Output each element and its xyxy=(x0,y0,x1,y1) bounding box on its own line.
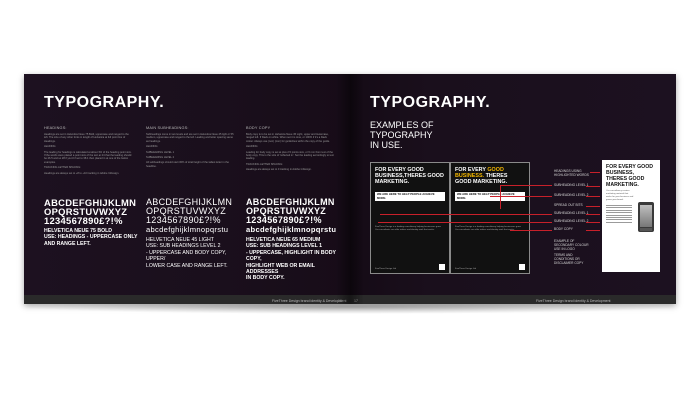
body-paragraph: LEADING: xyxy=(246,145,259,149)
annotation-line xyxy=(586,214,600,215)
body-paragraph: Subheadings come in two levels and are s… xyxy=(146,133,234,143)
font-spec: HELVETICA NEUE 75 BOLD USE: HEADINGS - U… xyxy=(44,228,144,247)
sample-line: 1234567890£?!% xyxy=(246,215,322,225)
font-spec-line: HIGHLIGHT WEB OR EMAIL ADDRESSES xyxy=(246,262,315,276)
body-copy-column: BODY COPY Body copy is to be set in Helv… xyxy=(246,126,334,174)
logo-icon xyxy=(439,264,445,270)
brochure-spread: TYPOGRAPHY. HEADINGS: Headings are set i… xyxy=(24,74,676,304)
annotation-label: HEADINGS USING HIGHLIGHTED WORDS xyxy=(554,169,589,177)
annotation-line xyxy=(586,186,600,187)
font-spec-line: IN BODY COPY. xyxy=(246,275,285,282)
body-paragraph: Headings are always set to 0 tracking in… xyxy=(246,168,312,172)
body-paragraph: Body copy is to be set in Helvetica Neue… xyxy=(246,133,330,143)
medium-type-sample: ABCDEFGHIJKLMN OPQRSTUVWXYZ 1234567890£?… xyxy=(246,198,346,282)
body-paragraph: All subheadings should start 30% of tota… xyxy=(146,161,229,168)
body-paragraph: TRACKING LETTER SPACING: xyxy=(44,166,81,170)
right-footer: FiveThree Design brand identity & Develo… xyxy=(350,295,676,304)
sample-line: 1234567890£?!% xyxy=(146,215,221,225)
annotation-label: SUBHEADING LEVEL 1 xyxy=(554,211,589,215)
subheadings-column: MAIN SUBHEADINGS: Subheadings come in tw… xyxy=(146,126,234,170)
annotation-label: SUBHEADING LEVEL 1 xyxy=(554,183,589,187)
font-spec-line: USE: HEADINGS - UPPERCASE ONLY xyxy=(44,234,138,241)
mockup-body: FiveThree Design is a leading consultanc… xyxy=(375,225,442,231)
left-page-title: TYPOGRAPHY. xyxy=(44,94,165,111)
right-page-title: TYPOGRAPHY. xyxy=(370,94,491,111)
annotation-label: EXAMPLE OF SECONDARY COLOUR USE IN LOGO xyxy=(554,239,589,251)
font-spec-line: - UPPERCASE, HIGHLIGHT IN BODY COPY, xyxy=(246,249,336,263)
body-paragraph: SUBHEADING LEVEL 1 xyxy=(146,150,175,154)
annotation-label: TERMS AND CONDITIONS OR DISCLAIMER COPY xyxy=(554,253,584,265)
annotation-line xyxy=(500,185,552,186)
annotation-line xyxy=(586,206,600,207)
font-spec-line: AND RANGE LEFT. xyxy=(44,240,91,247)
body-paragraph: TRACKING LETTER SPACING: xyxy=(246,162,283,166)
examples-subtitle: EXAMPLES OF TYPOGRAPHY IN USE. xyxy=(370,120,434,150)
body-paragraph: Headings are set in Helvetica Neue 75 Bo… xyxy=(44,133,129,143)
annotation-label: SUBHEADING LEVEL 2 xyxy=(554,193,589,197)
column-heading: BODY COPY xyxy=(246,126,271,130)
font-spec: HELVETICA NEUE 45 LIGHT USE: SUB HEADING… xyxy=(146,237,246,269)
body-paragraph: The leading for headings is calculated a… xyxy=(44,150,132,164)
subtitle-line: IN USE. xyxy=(370,140,403,150)
bold-type-sample: ABCDEFGHIJKLMN OPQRSTUVWXYZ 1234567890£?… xyxy=(44,198,144,247)
column-heading: MAIN SUBHEADINGS: xyxy=(146,126,189,130)
annotation-line xyxy=(378,222,552,223)
sample-line: 1234567890£?!% xyxy=(44,215,123,226)
spine-shadow xyxy=(336,74,364,304)
mockup-footer: FiveThree Design Ltd xyxy=(455,268,476,270)
annotation-label: BODY COPY xyxy=(554,227,573,231)
light-type-sample: ABCDEFGHIJKLMN OPQRSTUVWXYZ 1234567890£?… xyxy=(146,198,246,269)
sample-line: abcdefghijklmnopqrstu xyxy=(246,225,337,234)
headings-column: HEADINGS: Headings are set in Helvetica … xyxy=(44,126,132,177)
body-paragraph: Leading for body copy is set at plus 2.5… xyxy=(246,150,334,161)
annotation-line xyxy=(590,172,600,173)
annotation-label: SUBHEADING LEVEL 2 xyxy=(554,219,589,223)
left-page: TYPOGRAPHY. HEADINGS: Headings are set i… xyxy=(24,74,350,304)
annotation-line xyxy=(586,196,600,197)
ad-mockup-1: FOR EVERY GOOD BUSINESS,THERES GOOD MARK… xyxy=(370,162,450,274)
body-paragraph: Headings are always set to +8 to +10 tra… xyxy=(44,171,120,175)
mockup-footer: FiveThree Design Ltd xyxy=(375,268,396,270)
font-spec-line: - UPPERCASE AND BODY COPY, UPPER/ xyxy=(146,249,227,263)
ad-mockup-2: FOR EVERY GOOD BUSINESS. THERES GOOD MAR… xyxy=(450,162,530,274)
footer-text: FiveThree Design brand identity & Develo… xyxy=(536,299,611,303)
annotation-label: SPREAD OUT BITS xyxy=(554,203,583,207)
card-headline: FOR EVERY GOOD BUSINESS, THERES GOOD MAR… xyxy=(606,164,653,188)
subtitle-line: EXAMPLES OF xyxy=(370,120,434,130)
left-footer: FiveThree Design brand identity & Develo… xyxy=(24,295,350,304)
body-paragraph: SUBHEADING LEVEL 2 xyxy=(146,156,175,160)
logo-icon xyxy=(519,264,525,270)
annotation-line xyxy=(500,185,501,209)
right-page: TYPOGRAPHY. EXAMPLES OF TYPOGRAPHY IN US… xyxy=(350,74,676,304)
mockup-headline: FOR EVERY GOOD BUSINESS. THERES GOOD MAR… xyxy=(455,167,508,186)
card-text-lines xyxy=(606,205,632,223)
subtitle-line: TYPOGRAPHY xyxy=(370,130,433,140)
font-spec: HELVETICA NEUE 65 MEDIUM USE: SUB HEADIN… xyxy=(246,237,346,282)
annotation-line xyxy=(510,230,552,231)
annotation-line xyxy=(380,214,552,215)
phone-image xyxy=(638,202,654,232)
white-ad-card: FOR EVERY GOOD BUSINESS, THERES GOOD MAR… xyxy=(602,160,660,272)
body-paragraph: LEADING: xyxy=(44,145,57,149)
body-paragraph: LEADING: xyxy=(146,145,159,149)
font-spec-line: LOWER CASE AND RANGE LEFT. xyxy=(146,262,228,269)
card-body: Our consultancy creates marketing materi… xyxy=(606,190,634,201)
mockup-headline: FOR EVERY GOOD BUSINESS,THERES GOOD MARK… xyxy=(375,167,444,186)
annotation-line xyxy=(586,230,600,231)
mockup-callout: WE ARE HERE TO HELP PEOPLE ACHIEVE MORE. xyxy=(375,192,445,202)
annotation-line xyxy=(586,222,600,223)
column-heading: HEADINGS: xyxy=(44,126,67,130)
sample-line: abcdefghijklmnopqrstu xyxy=(146,225,229,234)
